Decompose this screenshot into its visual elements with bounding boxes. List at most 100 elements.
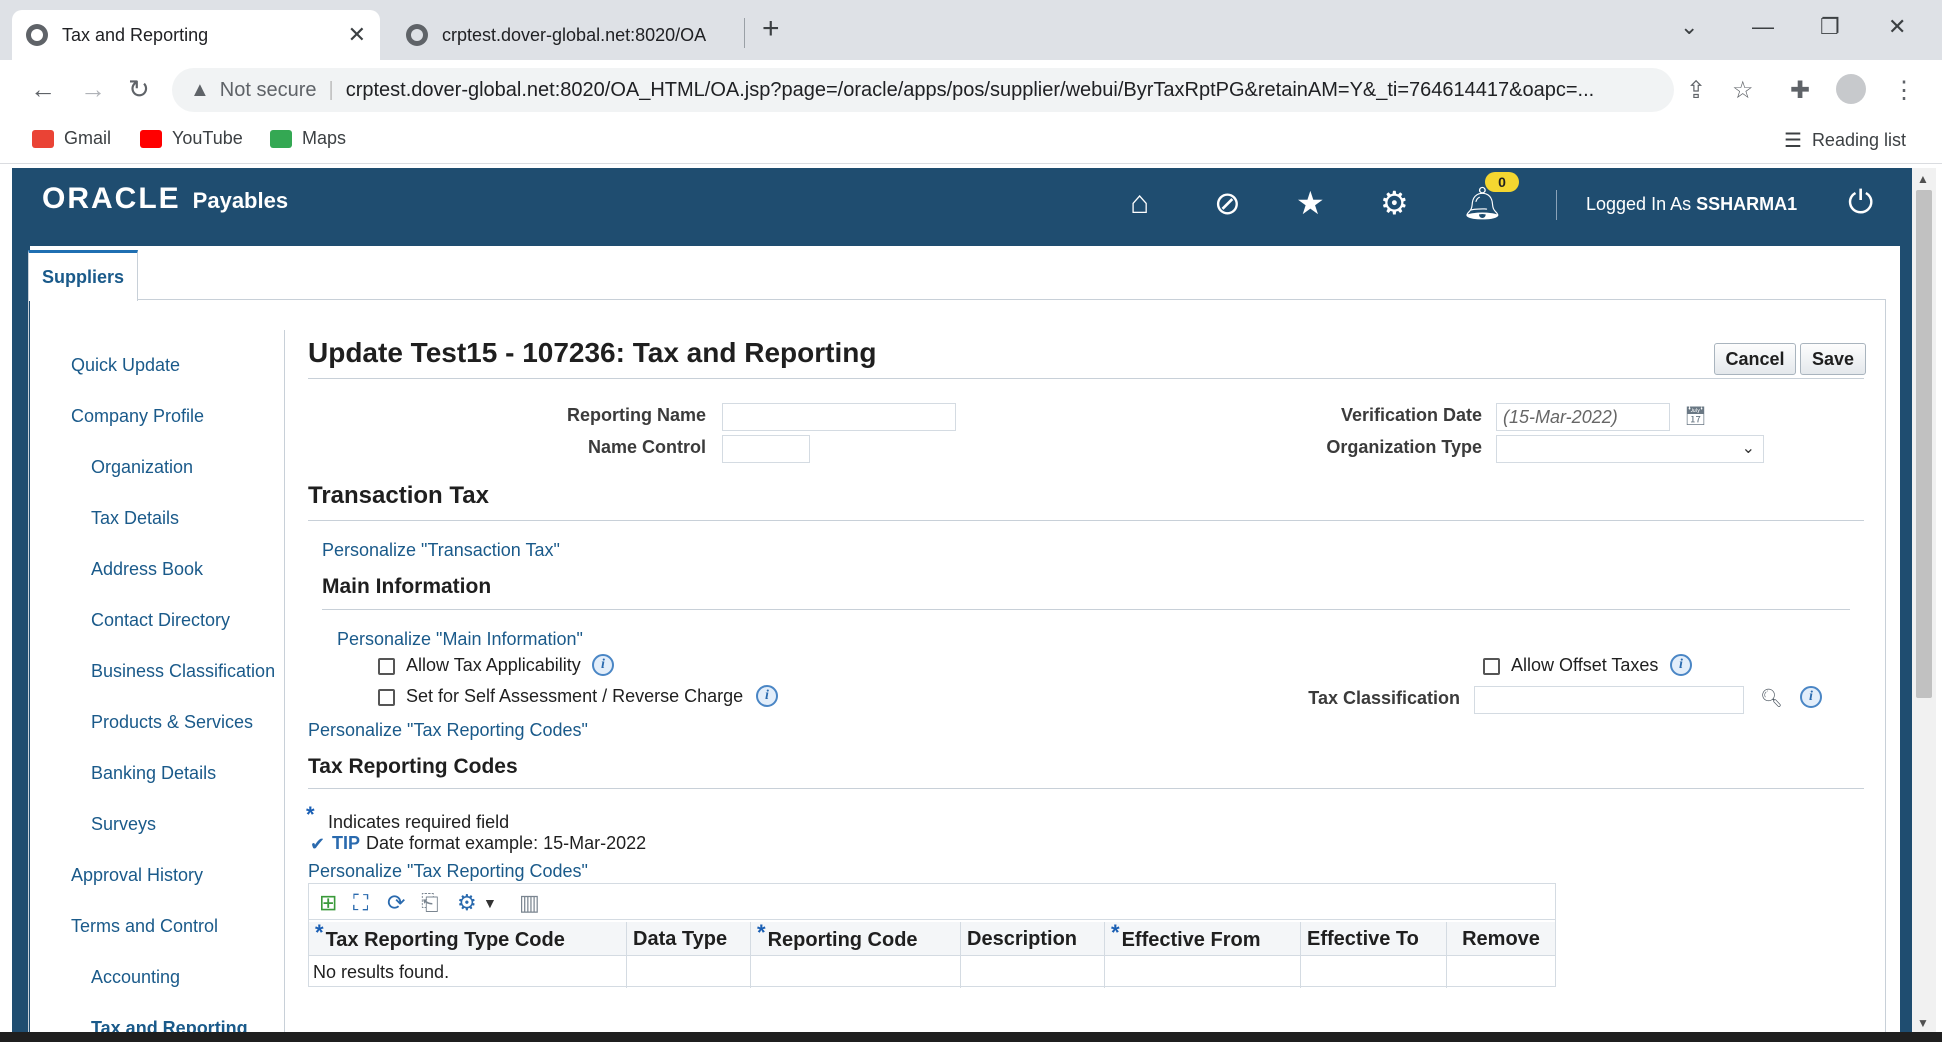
back-icon[interactable]: ← bbox=[30, 74, 56, 105]
organization-type-label: Organization Type bbox=[1326, 437, 1482, 457]
personalize-transaction-tax-link[interactable]: Personalize "Transaction Tax" bbox=[322, 540, 560, 561]
main-information-heading: Main Information bbox=[322, 575, 492, 598]
bookmark-label: Gmail bbox=[64, 128, 112, 148]
nav-accounting[interactable]: Accounting bbox=[91, 967, 180, 988]
cancel-button[interactable]: Cancel bbox=[1714, 343, 1796, 375]
nav-approval-history[interactable]: Approval History bbox=[71, 865, 203, 886]
column-header[interactable]: * Reporting Code bbox=[751, 920, 961, 956]
personalize-tax-reporting-codes-link[interactable]: Personalize "Tax Reporting Codes" bbox=[308, 720, 588, 741]
left-nav-divider bbox=[284, 330, 285, 1040]
transaction-tax-divider bbox=[308, 520, 1864, 521]
profile-avatar[interactable] bbox=[1836, 74, 1866, 104]
extensions-icon[interactable]: ✚ bbox=[1790, 76, 1810, 105]
nav-surveys[interactable]: Surveys bbox=[91, 814, 156, 835]
nav-quick-update[interactable]: Quick Update bbox=[71, 355, 180, 376]
save-button[interactable]: Save bbox=[1800, 343, 1866, 375]
tax-reporting-codes-heading: Tax Reporting Codes bbox=[308, 755, 518, 778]
nav-address-book[interactable]: Address Book bbox=[91, 559, 203, 580]
share-icon[interactable]: ⇪ bbox=[1686, 76, 1706, 105]
table-cell bbox=[1105, 956, 1301, 988]
new-tab-button[interactable]: + bbox=[762, 12, 780, 46]
table-cell bbox=[1301, 956, 1447, 988]
address-bar[interactable]: ▲ Not secure | crptest.dover-global.net:… bbox=[172, 68, 1674, 112]
refresh-icon[interactable]: ⟳ bbox=[387, 890, 405, 916]
nav-organization[interactable]: Organization bbox=[91, 457, 193, 478]
browser-toolbar: ← → ↻ ▲ Not secure | crptest.dover-globa… bbox=[0, 60, 1942, 120]
app-header: ORACLE Payables ⌂ ⊘ ★ ⚙ 🔔︎ 0 Logged In A… bbox=[12, 168, 1912, 246]
navigator-icon[interactable]: ⊘ bbox=[1214, 184, 1241, 222]
home-icon[interactable]: ⌂ bbox=[1130, 184, 1149, 221]
browser-tab-active[interactable]: Tax and Reporting ✕ bbox=[12, 10, 380, 60]
detach-table-icon[interactable]: ⛶ bbox=[353, 890, 368, 916]
close-tab-icon[interactable]: ✕ bbox=[348, 22, 366, 48]
columns-icon[interactable]: ▥ bbox=[519, 890, 540, 916]
warning-icon: ▲ bbox=[190, 78, 210, 101]
scrollbar-thumb[interactable] bbox=[1916, 190, 1932, 698]
url-text: crptest.dover-global.net:8020/OA_HTML/OA… bbox=[345, 78, 1595, 101]
column-label: Remove bbox=[1462, 928, 1540, 950]
search-icon[interactable]: 🔍︎ bbox=[1760, 688, 1783, 709]
minimize-icon[interactable]: — bbox=[1752, 14, 1774, 40]
organization-type-select[interactable]: ⌄ bbox=[1496, 435, 1764, 463]
nav-tax-and-reporting[interactable]: Tax and Reporting bbox=[91, 1018, 248, 1032]
bookmark-star-icon[interactable]: ☆ bbox=[1732, 76, 1754, 105]
column-header[interactable]: Data Type bbox=[627, 922, 751, 956]
forward-icon[interactable]: → bbox=[80, 74, 106, 105]
column-header[interactable]: Effective To bbox=[1301, 922, 1447, 956]
nav-terms-and-control[interactable]: Terms and Control bbox=[71, 916, 218, 937]
settings-gear-icon[interactable]: ⚙ bbox=[457, 890, 477, 916]
reading-list-button[interactable]: ☰ Reading list bbox=[1784, 128, 1906, 153]
menu-kebab-icon[interactable]: ⋮ bbox=[1892, 76, 1916, 105]
self-assessment-checkbox[interactable] bbox=[378, 689, 395, 706]
column-header[interactable]: * Tax Reporting Type Code bbox=[309, 920, 627, 956]
column-header[interactable]: Remove bbox=[1447, 922, 1555, 956]
scroll-up-icon[interactable]: ▲ bbox=[1917, 172, 1929, 186]
restore-icon[interactable]: ❐ bbox=[1820, 14, 1840, 40]
settings-gear-icon[interactable]: ⚙ bbox=[1380, 184, 1409, 222]
allow-tax-applicability-checkbox[interactable] bbox=[378, 658, 395, 675]
info-icon[interactable]: i bbox=[1670, 654, 1692, 676]
tab-suppliers[interactable]: Suppliers bbox=[28, 250, 138, 301]
nav-tax-details[interactable]: Tax Details bbox=[91, 508, 179, 529]
tax-classification-input[interactable] bbox=[1474, 686, 1744, 714]
browser-tab-inactive[interactable]: crptest.dover-global.net:8020/OA bbox=[392, 10, 742, 60]
add-row-icon[interactable]: ⊞ bbox=[319, 890, 337, 916]
required-star: * bbox=[306, 802, 315, 827]
dropdown-arrow-icon[interactable]: ▼ bbox=[483, 895, 497, 911]
nav-banking-details[interactable]: Banking Details bbox=[91, 763, 216, 784]
vertical-scrollbar[interactable]: ▲ ▼ bbox=[1912, 168, 1936, 1036]
revert-icon[interactable]: ⎗ bbox=[421, 890, 439, 916]
name-control-input[interactable] bbox=[722, 435, 810, 463]
bookmark-maps[interactable]: Maps bbox=[270, 128, 346, 149]
tab-search-icon[interactable]: ⌄ bbox=[1680, 14, 1698, 40]
omnibox-divider: | bbox=[328, 78, 334, 101]
nav-business-classification[interactable]: Business Classification bbox=[91, 661, 275, 682]
column-label: Effective From bbox=[1121, 929, 1261, 951]
personalize-main-information-link[interactable]: Personalize "Main Information" bbox=[337, 629, 583, 650]
reading-list-label: Reading list bbox=[1811, 130, 1906, 150]
personalize-tax-reporting-codes-link-2[interactable]: Personalize "Tax Reporting Codes" bbox=[308, 861, 588, 882]
nav-products-services[interactable]: Products & Services bbox=[91, 712, 253, 733]
nav-contact-directory[interactable]: Contact Directory bbox=[91, 610, 230, 631]
logout-power-icon[interactable]: ⏻ bbox=[1848, 184, 1873, 222]
column-header[interactable]: Description bbox=[961, 922, 1105, 956]
column-label: Tax Reporting Type Code bbox=[325, 929, 565, 951]
close-window-icon[interactable]: ✕ bbox=[1888, 14, 1906, 40]
brand-logo: ORACLE Payables bbox=[42, 182, 288, 216]
tip-check-icon: ✔ bbox=[310, 834, 326, 854]
nav-company-profile[interactable]: Company Profile bbox=[71, 406, 204, 427]
bookmark-gmail[interactable]: Gmail bbox=[32, 128, 111, 149]
info-icon[interactable]: i bbox=[592, 654, 614, 676]
favorites-star-icon[interactable]: ★ bbox=[1296, 184, 1325, 222]
info-icon[interactable]: i bbox=[756, 685, 778, 707]
column-header[interactable]: * Effective From bbox=[1105, 920, 1301, 956]
calendar-icon[interactable]: 📅︎ bbox=[1684, 406, 1707, 427]
reporting-name-input[interactable] bbox=[722, 403, 956, 431]
verification-date-input[interactable]: (15-Mar-2022) bbox=[1496, 403, 1670, 431]
bookmark-youtube[interactable]: YouTube bbox=[140, 128, 243, 149]
reload-icon[interactable]: ↻ bbox=[128, 74, 150, 105]
allow-offset-taxes-checkbox[interactable] bbox=[1483, 658, 1500, 675]
scroll-down-icon[interactable]: ▼ bbox=[1917, 1016, 1929, 1030]
main-information-divider bbox=[322, 609, 1850, 610]
info-icon[interactable]: i bbox=[1800, 686, 1822, 708]
